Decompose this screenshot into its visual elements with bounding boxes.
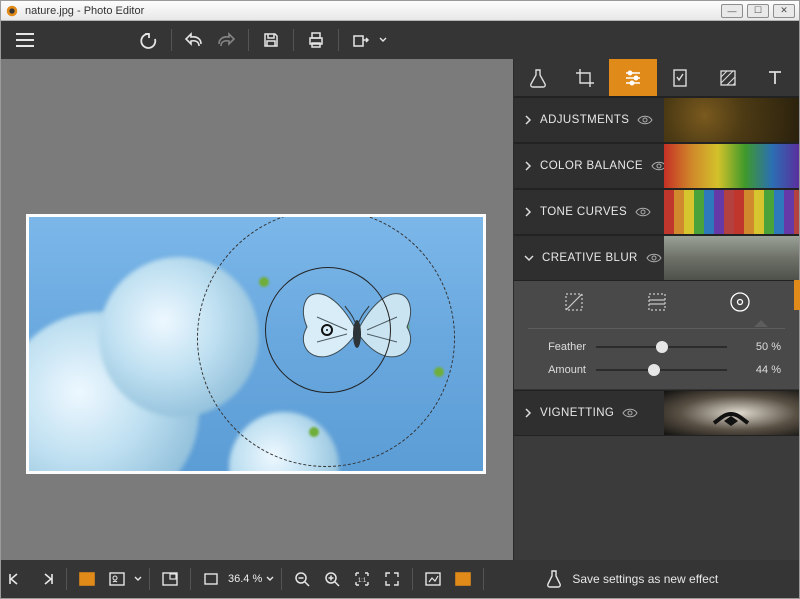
mode-linear-blur[interactable] (645, 290, 669, 314)
export-button[interactable] (345, 21, 377, 59)
separator (281, 568, 282, 590)
amount-slider-row: Amount 44 % (514, 361, 799, 389)
zoom-out-button[interactable] (287, 560, 317, 598)
mode-no-blur[interactable] (562, 290, 586, 314)
panel-collapse-handle[interactable] (794, 280, 800, 310)
before-after-button[interactable] (418, 560, 448, 598)
mode-radial-blur[interactable] (728, 290, 752, 314)
svg-text:1:1: 1:1 (358, 578, 367, 584)
eye-icon[interactable] (646, 252, 662, 264)
zoom-in-button[interactable] (317, 560, 347, 598)
app-window: nature.jpg - Photo Editor — ☐ ✕ (0, 0, 800, 599)
export-dropdown[interactable] (377, 21, 389, 59)
eye-icon[interactable] (622, 407, 638, 419)
overlay-tab[interactable] (704, 59, 752, 96)
next-image-button[interactable] (31, 560, 61, 598)
window-controls: — ☐ ✕ (721, 4, 795, 18)
save-effect-area: Save settings as new effect (489, 570, 775, 588)
zoom-100-button[interactable]: 1:1 (347, 560, 377, 598)
panel-label: VIGNETTING (540, 407, 614, 419)
chevron-right-icon (524, 408, 532, 418)
panel-color-balance[interactable]: COLOR BALANCE (514, 143, 799, 189)
zoom-dropdown[interactable] (264, 560, 276, 598)
sliders-tab[interactable] (609, 59, 657, 96)
separator (483, 568, 484, 590)
panel-thumb (664, 391, 799, 435)
save-effect-label: Save settings as new effect (572, 572, 718, 586)
lab-tab[interactable] (514, 59, 562, 96)
zoom-level[interactable]: 36.4 % (228, 573, 262, 585)
blur-center-handle[interactable] (321, 324, 333, 336)
feather-slider-row: Feather 50 % (514, 333, 799, 361)
amount-label: Amount (532, 364, 586, 376)
undo-all-button[interactable] (133, 21, 165, 59)
panel-thumb (664, 190, 799, 234)
crop-tab[interactable] (562, 59, 610, 96)
toggle-preview-button[interactable] (448, 560, 478, 598)
zoom-box-icon (196, 560, 226, 598)
separator (248, 29, 249, 51)
separator (149, 568, 150, 590)
eye-icon[interactable] (637, 114, 653, 126)
panel-thumb (664, 236, 799, 280)
panel-label: CREATIVE BLUR (542, 252, 638, 264)
panel-creative-blur[interactable]: CREATIVE BLUR (514, 235, 799, 281)
chevron-right-icon (524, 161, 532, 171)
undo-button[interactable] (178, 21, 210, 59)
blur-mode-row (514, 281, 799, 323)
chevron-right-icon (524, 115, 532, 125)
separator (412, 568, 413, 590)
chevron-right-icon (524, 207, 532, 217)
image-canvas[interactable] (26, 214, 486, 474)
creative-blur-settings: Feather 50 % Amount 44 % (514, 281, 799, 390)
panel-adjustments[interactable]: ADJUSTMENTS (514, 97, 799, 143)
side-panel: ADJUSTMENTS COLOR BALANCE TONE CURVES CR… (513, 59, 799, 560)
chevron-down-icon (524, 254, 534, 262)
maximize-button[interactable]: ☐ (747, 4, 769, 18)
panel-label: TONE CURVES (540, 206, 627, 218)
preset-tab[interactable] (657, 59, 705, 96)
bottom-toolbar: 36.4 % 1:1 Save settings as new effect (1, 560, 799, 598)
feather-value: 50 % (737, 341, 781, 353)
navigator-button[interactable] (155, 560, 185, 598)
feather-slider[interactable] (596, 339, 727, 355)
save-effect-button[interactable]: Save settings as new effect (489, 570, 775, 588)
minimize-button[interactable]: — (721, 4, 743, 18)
app-logo-icon (5, 4, 19, 18)
feather-label: Feather (532, 341, 586, 353)
main-body: ADJUSTMENTS COLOR BALANCE TONE CURVES CR… (1, 59, 799, 560)
panel-tone-curves[interactable]: TONE CURVES (514, 189, 799, 235)
compare-view-button[interactable] (102, 560, 132, 598)
top-toolbar (1, 21, 799, 59)
save-button[interactable] (255, 21, 287, 59)
panel-thumb (664, 144, 799, 188)
eye-icon[interactable] (635, 206, 651, 218)
panel-label: COLOR BALANCE (540, 160, 643, 172)
canvas-area[interactable] (1, 59, 513, 560)
mode-indicator (514, 323, 799, 333)
single-view-button[interactable] (72, 560, 102, 598)
view-dropdown[interactable] (132, 560, 144, 598)
panel-thumb (664, 98, 799, 142)
text-tab[interactable] (752, 59, 800, 96)
panel-vignetting[interactable]: VIGNETTING (514, 390, 799, 436)
title-bar: nature.jpg - Photo Editor — ☐ ✕ (1, 1, 799, 21)
close-button[interactable]: ✕ (773, 4, 795, 18)
amount-slider[interactable] (596, 362, 727, 378)
amount-value: 44 % (737, 364, 781, 376)
redo-button[interactable] (210, 21, 242, 59)
separator (190, 568, 191, 590)
print-button[interactable] (300, 21, 332, 59)
separator (338, 29, 339, 51)
separator (293, 29, 294, 51)
separator (66, 568, 67, 590)
zoom-fit-button[interactable] (377, 560, 407, 598)
flask-icon (546, 570, 562, 588)
panel-label: ADJUSTMENTS (540, 114, 629, 126)
window-title: nature.jpg - Photo Editor (25, 5, 721, 17)
prev-image-button[interactable] (1, 560, 31, 598)
separator (171, 29, 172, 51)
side-tabs (514, 59, 799, 97)
menu-button[interactable] (9, 21, 41, 59)
